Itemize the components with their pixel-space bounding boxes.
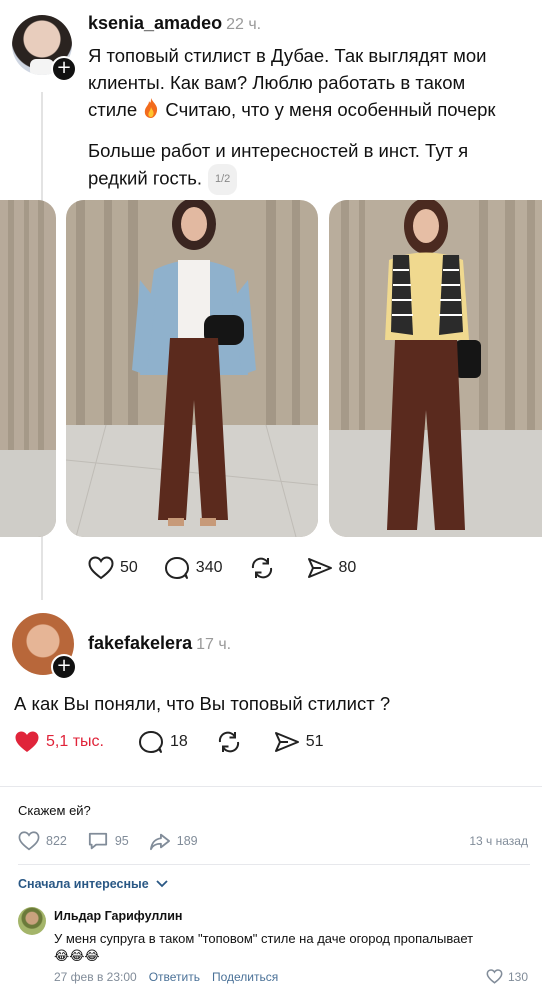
- username[interactable]: ksenia_amadeo: [88, 13, 222, 33]
- comment-like-count: 130: [507, 969, 528, 984]
- vk-like-button[interactable]: 822: [18, 831, 67, 851]
- comment-meta: 27 фев в 23:00 Ответить Поделиться: [54, 970, 278, 984]
- repost-icon: [218, 731, 239, 753]
- post-text-fragment: стиле: [88, 99, 143, 120]
- post-text-line: редкий гость. 1/2: [88, 164, 528, 195]
- repost-button[interactable]: [249, 556, 281, 580]
- chevron-down-icon: [156, 880, 168, 888]
- like-count: 5,1 тыс.: [46, 733, 104, 750]
- translation-page-badge[interactable]: 1/2: [208, 164, 238, 195]
- comment-like-button[interactable]: 130: [486, 969, 528, 984]
- fire-icon: [142, 97, 160, 119]
- heart-icon: [18, 831, 40, 851]
- post-time: 17 ч.: [196, 636, 232, 653]
- username[interactable]: fakefakelera: [88, 633, 192, 653]
- comment-avatar[interactable]: [18, 907, 46, 935]
- comment-button[interactable]: 340: [164, 556, 223, 580]
- vk-comment-count: 95: [114, 834, 129, 848]
- vk-like-count: 822: [46, 834, 67, 848]
- send-button[interactable]: 80: [307, 556, 357, 580]
- post-text-fragment: Считаю, что у меня особенный почерк: [160, 99, 496, 120]
- follow-plus-button[interactable]: +: [51, 56, 77, 82]
- vk-share-button[interactable]: 189: [149, 831, 198, 851]
- post-text-fragment: редкий гость.: [88, 167, 202, 189]
- post-text-line: клиенты. Как вам? Люблю работать в таком: [88, 72, 466, 93]
- comment-count: 340: [195, 559, 223, 576]
- post-text-line: Я топовый стилист в Дубае. Так выглядят …: [88, 45, 487, 66]
- post-photo-1[interactable]: [66, 200, 318, 537]
- follow-plus-button[interactable]: +: [51, 654, 77, 680]
- send-button[interactable]: 51: [274, 730, 324, 754]
- section-divider: [0, 786, 542, 787]
- heart-icon: [486, 969, 503, 984]
- vk-comment-button[interactable]: 95: [87, 831, 129, 851]
- share-link[interactable]: Поделиться: [212, 970, 278, 984]
- like-button-active[interactable]: 5,1 тыс.: [14, 730, 104, 754]
- vk-share-count: 189: [176, 834, 198, 848]
- divider: [18, 864, 530, 865]
- share-count: 80: [338, 559, 357, 576]
- post-text-line: стиле Считаю, что у меня особенный почер…: [88, 96, 528, 123]
- heart-icon: [88, 556, 114, 580]
- comment-text: У меня супруга в таком "топовом" стиле н…: [54, 930, 530, 964]
- post-header: fakefakelera 17 ч.: [88, 633, 231, 654]
- like-count: 50: [120, 559, 138, 576]
- post-text-line: Больше работ и интересностей в инст. Тут…: [88, 140, 469, 161]
- comment-icon: [88, 832, 107, 850]
- sort-dropdown[interactable]: Сначала интересные: [18, 877, 169, 891]
- share-icon: [149, 833, 170, 851]
- like-button[interactable]: 50: [88, 556, 138, 580]
- send-icon: [307, 558, 332, 578]
- comment-date[interactable]: 27 фев в 23:00: [54, 970, 137, 984]
- post-text: А как Вы поняли, что Вы топовый стилист …: [14, 693, 391, 714]
- post-photo-2[interactable]: [329, 200, 542, 537]
- vk-caption: Скажем ей?: [18, 803, 91, 818]
- repost-button[interactable]: [216, 730, 248, 754]
- sort-label: Сначала интересные: [18, 877, 149, 891]
- post-2-actions: 5,1 тыс. 18 51: [14, 730, 350, 754]
- vk-actions: 822 95 189: [18, 831, 218, 851]
- vk-post-time: 13 ч назад: [469, 834, 528, 848]
- post-text: Я топовый стилист в Дубае. Так выглядят …: [88, 42, 528, 123]
- repost-icon: [251, 557, 272, 579]
- post-text-2: Больше работ и интересностей в инст. Тут…: [88, 137, 528, 195]
- post-header: ksenia_amadeo 22 ч.: [88, 13, 261, 34]
- share-count: 51: [305, 733, 324, 750]
- post-1-actions: 50 340 80: [88, 556, 382, 580]
- comment-count: 18: [169, 733, 188, 750]
- reply-link[interactable]: Ответить: [149, 970, 200, 984]
- comment-author[interactable]: Ильдар Гарифуллин: [54, 909, 182, 923]
- post-photo-partial[interactable]: [0, 200, 56, 537]
- comment-emoji: 😂😂😂: [54, 948, 100, 963]
- comment-icon: [138, 731, 163, 753]
- send-icon: [274, 732, 299, 752]
- comment-icon: [164, 557, 189, 579]
- post-time: 22 ч.: [226, 16, 262, 33]
- comment-button[interactable]: 18: [138, 730, 188, 754]
- comment-text-line: У меня супруга в таком "топовом" стиле н…: [54, 931, 474, 946]
- heart-filled-icon: [15, 731, 39, 752]
